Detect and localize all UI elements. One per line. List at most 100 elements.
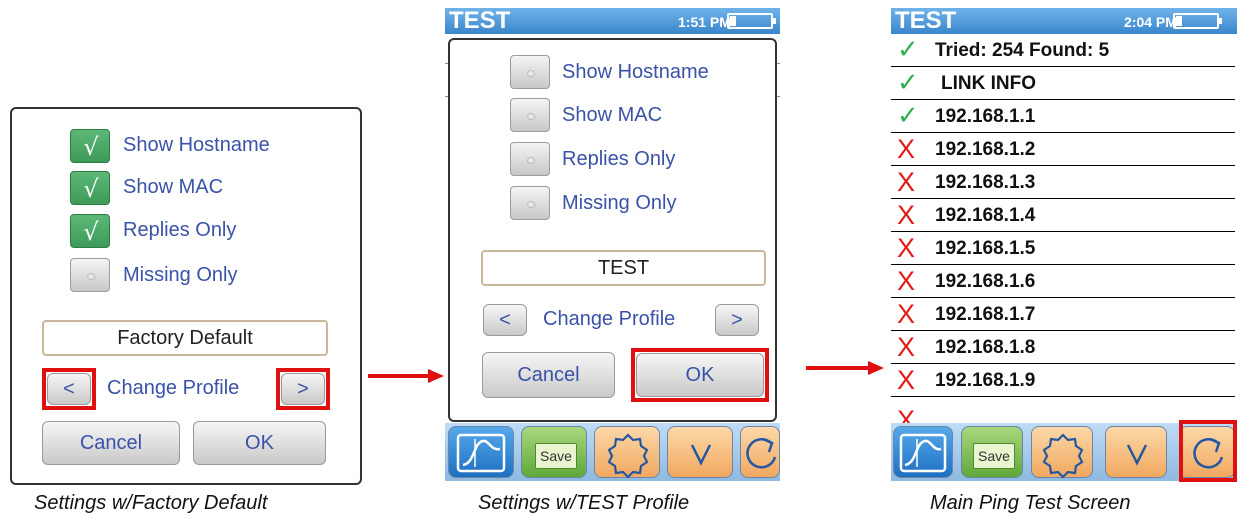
settings-button[interactable] [594,426,660,479]
cross-icon: X [897,200,916,230]
down-button[interactable] [667,426,733,478]
replies-only-checkbox[interactable]: √ [70,214,110,248]
change-profile-label: Change Profile [543,308,676,330]
cross-icon: X [897,365,916,395]
check-icon: ✓ [897,35,919,65]
clock-time: 1:51 PM [678,14,731,30]
ip-address: 192.168.1.8 [935,337,1036,358]
highlight-box [631,348,769,402]
show-mac-checkbox[interactable]: √ [70,171,110,205]
link-info-text: LINK INFO [941,73,1036,94]
replies-only-checkbox[interactable] [510,142,550,176]
missing-only-checkbox[interactable] [70,258,110,292]
show-hostname-label: Show Hostname [562,61,709,83]
missing-only-checkbox[interactable] [510,186,550,220]
refresh-button[interactable] [740,426,780,478]
graph-icon [899,433,947,473]
show-mac-checkbox[interactable] [510,98,550,132]
show-mac-label: Show MAC [123,176,224,198]
caption-settings-factory-default: Settings w/Factory Default [34,492,268,514]
list-item[interactable]: ✓ 192.168.1.1 [891,100,1235,133]
missing-only-label: Missing Only [562,192,677,214]
title-bar: TEST 1:51 PM [445,7,780,34]
arrow-right-icon [806,361,884,375]
window-title: TEST [895,7,957,34]
list-item[interactable]: X 192.168.1.7 [891,298,1235,331]
cross-icon: X [897,167,916,197]
cross-icon: X [897,332,916,362]
list-item[interactable]: X 192.168.1.6 [891,265,1235,298]
cancel-button[interactable]: Cancel [42,421,180,465]
show-hostname-checkbox[interactable] [510,55,550,89]
next-profile-button[interactable]: > [715,304,759,336]
prev-profile-button[interactable]: < [483,304,527,336]
chevron-down-icon [690,444,712,466]
ip-address: 192.168.1.2 [935,139,1036,160]
replies-only-label: Replies Only [123,219,237,241]
ip-address: 192.168.1.4 [935,205,1036,226]
device-screen-ping-test: TEST 2:04 PM ✓ Tried: 254 Found: 5 ✓ LIN… [891,0,1237,490]
graph-button[interactable] [448,426,514,478]
highlight-box [276,368,330,410]
list-item[interactable]: X 192.168.1.2 [891,133,1235,166]
link-info-row[interactable]: ✓ LINK INFO [891,67,1235,100]
checkmark-icon: √ [83,133,99,161]
highlight-box [42,368,96,410]
show-mac-label: Show MAC [562,104,663,126]
gear-icon [1042,433,1084,479]
list-item[interactable]: X 192.168.1.5 [891,232,1235,265]
settings-button[interactable] [1031,426,1093,479]
missing-only-label: Missing Only [123,264,238,286]
battery-icon [727,13,776,29]
caption-main-ping-test: Main Ping Test Screen [930,492,1131,514]
device-screen-settings: TEST 1:51 PM Show Hostname Show MAC Repl… [445,0,780,490]
caption-settings-test-profile: Settings w/TEST Profile [478,492,690,514]
battery-icon [1173,13,1222,29]
ip-address: 192.168.1.7 [935,304,1036,325]
highlight-box [1179,420,1237,482]
window-title: TEST [449,7,511,34]
ip-address: 192.168.1.3 [935,172,1036,193]
ip-address: 192.168.1.5 [935,238,1036,259]
save-label: Save [973,443,1015,469]
checkmark-icon: √ [83,218,99,246]
cancel-button[interactable]: Cancel [482,352,615,398]
cross-icon: X [897,299,916,329]
profile-name-field[interactable]: Factory Default [42,320,328,356]
settings-dialog-factory-default: √ Show Hostname √ Show MAC √ Replies Onl… [10,107,362,485]
list-item[interactable]: X 192.168.1.4 [891,199,1235,232]
cross-icon: X [897,266,916,296]
save-button[interactable]: Save [521,426,587,478]
down-button[interactable] [1105,426,1167,478]
results-list[interactable]: ✓ Tried: 254 Found: 5 ✓ LINK INFO ✓ 192.1… [891,34,1237,435]
summary-text: Tried: 254 Found: 5 [935,40,1110,61]
ok-button[interactable]: OK [193,421,326,465]
title-bar: TEST 2:04 PM [891,7,1237,34]
ip-address: 192.168.1.9 [935,370,1036,391]
check-icon: ✓ [897,68,919,98]
list-item[interactable]: X 192.168.1.9 [891,364,1235,397]
bottom-toolbar: Save [891,420,1237,482]
settings-dialog-test: Show Hostname Show MAC Replies Only Miss… [448,38,777,422]
profile-name-field[interactable]: TEST [481,250,766,286]
show-hostname-label: Show Hostname [123,134,270,156]
chevron-down-icon [1126,444,1148,466]
save-label: Save [535,443,577,469]
check-icon: ✓ [897,101,919,131]
arrow-right-icon [368,369,444,383]
gear-icon [607,433,649,479]
ip-address: 192.168.1.6 [935,271,1036,292]
summary-row: ✓ Tried: 254 Found: 5 [891,34,1235,67]
refresh-icon [746,437,777,469]
clock-time: 2:04 PM [1124,14,1177,30]
ip-address: 192.168.1.1 [935,106,1036,127]
show-hostname-checkbox[interactable]: √ [70,129,110,163]
list-item[interactable]: X 192.168.1.3 [891,166,1235,199]
list-item[interactable]: X 192.168.1.8 [891,331,1235,364]
change-profile-label: Change Profile [107,377,240,399]
bottom-toolbar: Save [445,423,780,481]
cross-icon: X [897,233,916,263]
graph-button[interactable] [893,426,953,478]
graph-icon [456,433,506,473]
save-button[interactable]: Save [961,426,1023,478]
